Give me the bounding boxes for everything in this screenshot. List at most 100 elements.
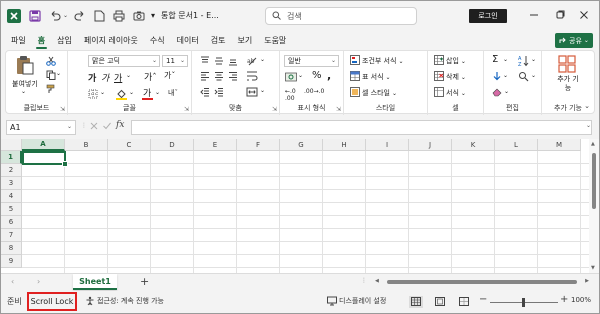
add-sheet-button[interactable]: + [140,275,149,288]
currency-icon[interactable] [285,72,297,84]
clear-dropdown-icon[interactable]: ⌄ [504,88,509,95]
column-header[interactable]: H [323,139,366,151]
zoom-level[interactable]: 100% [571,296,591,304]
align-center-icon[interactable] [214,71,224,83]
row-header[interactable]: 8 [1,242,22,255]
column-header[interactable]: M [538,139,581,151]
orientation-icon[interactable]: ab [246,55,258,69]
search-input[interactable]: 검색 [265,7,417,25]
row-header[interactable]: 5 [1,203,22,216]
italic-icon[interactable]: 가 [101,71,109,84]
column-header[interactable]: G [280,139,323,151]
tab-home[interactable]: 홈 [32,30,51,50]
scroll-down-icon[interactable]: ▼ [591,265,595,271]
sheet-tab-sheet1[interactable]: Sheet1 [73,274,117,290]
normal-view-button[interactable] [409,296,423,308]
tab-review[interactable]: 검토 [205,30,232,50]
percent-icon[interactable]: % [312,70,322,81]
tab-page-layout[interactable]: 페이지 레이아웃 [78,30,144,50]
decrease-font-icon[interactable]: 가ˇ [164,70,175,81]
column-header[interactable]: I [366,139,409,151]
row-header[interactable]: 3 [1,177,22,190]
align-top-icon[interactable] [200,56,210,68]
orientation-dropdown-icon[interactable]: ⌄ [260,56,265,63]
row-header[interactable]: 9 [1,255,22,268]
number-format-dropdown[interactable]: 일반 ⌄ [284,55,339,67]
select-all-button[interactable] [1,139,22,151]
confirm-entry-icon[interactable] [102,121,112,133]
merge-center-icon[interactable] [246,86,258,100]
paste-button[interactable]: 붙여넣기 ⌄ [12,55,38,95]
fill-color-icon[interactable] [116,88,127,102]
currency-dropdown-icon[interactable]: ⌄ [298,72,303,79]
display-settings-icon[interactable] [327,296,337,308]
column-header[interactable]: F [237,139,280,151]
borders-icon[interactable] [88,89,98,101]
tab-view[interactable]: 보기 [231,30,258,50]
collapse-ribbon-icon[interactable]: ⌄ [584,102,590,110]
autosum-dropdown-icon[interactable]: ⌄ [503,56,508,63]
font-size-dropdown[interactable]: 11 ⌄ [162,55,188,67]
increase-font-icon[interactable]: 가ˆ [144,70,157,83]
delete-cells-button[interactable]: 삭제 ⌄ [434,71,466,83]
zoom-in-button[interactable]: + [560,294,568,305]
align-right-icon[interactable] [228,71,238,83]
tab-formulas[interactable]: 수식 [144,30,171,50]
column-header[interactable]: C [108,139,151,151]
row-header[interactable]: 7 [1,229,22,242]
decrease-indent-icon[interactable] [200,87,210,99]
sheet-splitter-icon[interactable]: ⋮ [361,277,367,284]
display-settings-label[interactable]: 디스플레이 설정 [339,296,386,306]
page-layout-view-button[interactable] [433,296,447,308]
share-button[interactable]: 공유 ⌄ [555,33,593,48]
copy-icon[interactable] [46,70,56,82]
login-button[interactable]: 로그인 [469,9,507,23]
customize-toolbar-icon[interactable]: ▾ [151,11,155,20]
column-header[interactable]: D [151,139,194,151]
addins-button[interactable]: 추가 기능 [550,55,586,95]
font-color-icon[interactable]: 가 [142,87,153,102]
row-header[interactable]: 1 [1,151,22,164]
prev-sheet-icon[interactable]: ‹ [11,277,14,286]
borders-dropdown-icon[interactable]: ⌄ [100,89,105,96]
horizontal-scrollbar[interactable]: ◀ ▶ [373,278,589,285]
find-select-icon[interactable] [518,71,529,84]
name-box[interactable]: A1 ⌄ [6,120,76,135]
underline-dropdown-icon[interactable]: ⌄ [126,72,131,79]
cell-styles-button[interactable]: 셀 스타일 ⌄ [350,87,397,99]
scroll-left-icon[interactable]: ◀ [375,278,379,284]
find-select-dropdown-icon[interactable]: ⌄ [531,72,536,79]
align-bottom-icon[interactable] [228,56,238,68]
increase-indent-icon[interactable] [214,87,224,99]
increase-decimal-icon[interactable]: ←.0.00 [285,88,296,102]
number-launcher-icon[interactable]: ⇲ [336,106,341,113]
cut-icon[interactable] [46,56,56,68]
format-cells-button[interactable]: 서식 ⌄ [434,87,466,99]
new-document-icon[interactable] [94,10,105,22]
comma-icon[interactable]: , [327,69,331,82]
sort-filter-dropdown-icon[interactable]: ⌄ [531,56,536,63]
bold-icon[interactable]: 가 [88,71,96,84]
minimize-icon[interactable] [525,7,543,23]
print-icon[interactable] [113,10,125,22]
vertical-scroll-thumb[interactable] [592,153,596,209]
horizontal-scroll-thumb[interactable] [387,280,577,284]
page-break-view-button[interactable] [457,296,471,308]
fill-dropdown-icon[interactable]: ⌄ [503,72,508,79]
sort-filter-icon[interactable]: AZ [518,55,530,69]
column-header[interactable]: B [65,139,108,151]
font-launcher-icon[interactable]: ⇲ [184,106,189,113]
font-color-dropdown-icon[interactable]: ⌄ [155,89,160,96]
align-middle-icon[interactable] [214,56,224,68]
scroll-right-icon[interactable]: ▶ [585,278,589,284]
wrap-text-icon[interactable] [246,70,258,84]
scroll-up-icon[interactable]: ▲ [591,141,595,147]
row-header[interactable]: 6 [1,216,22,229]
row-header[interactable]: 2 [1,164,22,177]
accessibility-status[interactable]: 접근성: 계속 진행 가능 [97,296,164,306]
tab-help[interactable]: 도움말 [258,30,292,50]
column-header[interactable]: A [22,139,65,151]
insert-function-icon[interactable]: fx [116,120,124,130]
redo-icon[interactable] [74,10,86,22]
undo-icon[interactable] [49,10,61,22]
